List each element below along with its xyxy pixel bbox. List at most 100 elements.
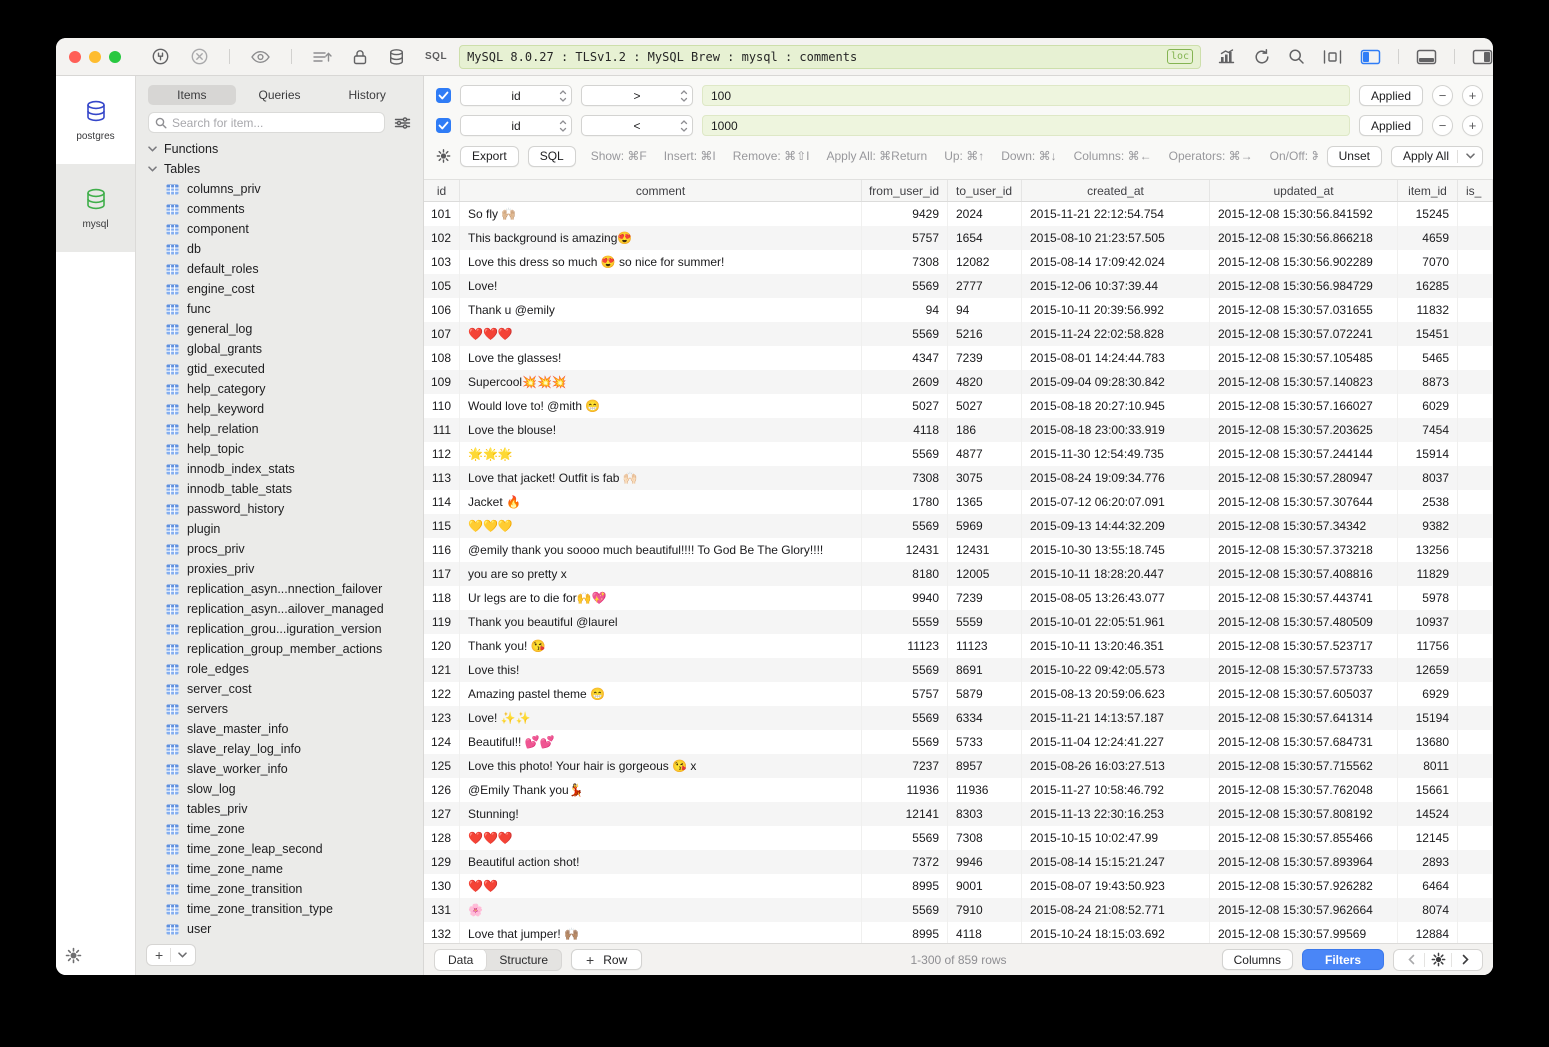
- table-row[interactable]: 107❤️❤️❤️556952162015-11-24 22:02:58.828…: [424, 322, 1493, 346]
- table-cell[interactable]: 2015-08-24 19:09:34.776: [1022, 466, 1210, 490]
- export-button[interactable]: Export: [460, 146, 519, 167]
- table-cell[interactable]: 2015-12-08 15:30:56.866218: [1210, 226, 1398, 250]
- filter-operator-select[interactable]: <: [581, 115, 693, 136]
- table-cell[interactable]: [1458, 826, 1493, 850]
- table-cell[interactable]: 5757: [862, 682, 948, 706]
- apply-all-button[interactable]: Apply All: [1391, 146, 1483, 167]
- table-cell[interactable]: 2893: [1398, 850, 1458, 874]
- zoom-window-button[interactable]: [109, 51, 121, 63]
- table-row[interactable]: 126@Emily Thank you💃11936119362015-11-27…: [424, 778, 1493, 802]
- table-row[interactable]: 117you are so pretty x8180120052015-10-1…: [424, 562, 1493, 586]
- table-cell[interactable]: 2015-12-08 15:30:57.031655: [1210, 298, 1398, 322]
- table-cell[interactable]: 2015-10-11 13:20:46.351: [1022, 634, 1210, 658]
- next-page-button[interactable]: [1452, 950, 1478, 970]
- close-window-button[interactable]: [69, 51, 81, 63]
- table-cell[interactable]: 2015-12-08 15:30:57.408816: [1210, 562, 1398, 586]
- table-cell[interactable]: [1458, 586, 1493, 610]
- table-cell[interactable]: 7372: [862, 850, 948, 874]
- sidebar-table-item[interactable]: default_roles: [136, 259, 423, 279]
- table-cell[interactable]: 1780: [862, 490, 948, 514]
- table-row[interactable]: 123Love! ✨✨556963342015-11-21 14:13:57.1…: [424, 706, 1493, 730]
- filter-sliders-icon[interactable]: [394, 116, 411, 130]
- eye-icon[interactable]: [250, 49, 271, 65]
- table-cell[interactable]: 2015-12-06 10:37:39.44: [1022, 274, 1210, 298]
- table-cell[interactable]: 15914: [1398, 442, 1458, 466]
- table-row[interactable]: 106Thank u @emily94942015-10-11 20:39:56…: [424, 298, 1493, 322]
- table-cell[interactable]: 5027: [862, 394, 948, 418]
- table-cell[interactable]: 2015-12-08 15:30:57.641314: [1210, 706, 1398, 730]
- table-cell[interactable]: [1458, 778, 1493, 802]
- table-cell[interactable]: 12431: [862, 538, 948, 562]
- column-header-created-at[interactable]: created_at: [1022, 180, 1210, 201]
- table-row[interactable]: 113Love that jacket! Outfit is fab 🙌🏻730…: [424, 466, 1493, 490]
- table-cell[interactable]: 6929: [1398, 682, 1458, 706]
- table-cell[interactable]: 2015-10-30 13:55:18.745: [1022, 538, 1210, 562]
- filter-operator-select[interactable]: >: [581, 85, 693, 106]
- filter-value-input[interactable]: 1000: [702, 115, 1350, 136]
- table-row[interactable]: 111Love the blouse!41181862015-08-18 23:…: [424, 418, 1493, 442]
- table-cell[interactable]: 7308: [862, 250, 948, 274]
- table-cell[interactable]: ❤️❤️❤️: [460, 322, 862, 346]
- table-cell[interactable]: 130: [424, 874, 460, 898]
- table-cell[interactable]: 2015-12-08 15:30:57.523717: [1210, 634, 1398, 658]
- table-cell[interactable]: you are so pretty x: [460, 562, 862, 586]
- table-cell[interactable]: 6029: [1398, 394, 1458, 418]
- filter-settings-gear-icon[interactable]: [436, 148, 451, 164]
- sidebar-group-functions[interactable]: Functions: [136, 139, 423, 159]
- table-cell[interactable]: 8873: [1398, 370, 1458, 394]
- table-cell[interactable]: Love that jacket! Outfit is fab 🙌🏻: [460, 466, 862, 490]
- table-cell[interactable]: Love that jumper! 🙌🏽: [460, 922, 862, 943]
- toggle-bottom-panel-icon[interactable]: [1416, 49, 1437, 65]
- table-cell[interactable]: 5569: [862, 514, 948, 538]
- table-cell[interactable]: 15451: [1398, 322, 1458, 346]
- table-cell[interactable]: 2015-12-08 15:30:57.855466: [1210, 826, 1398, 850]
- table-cell[interactable]: 2015-12-08 15:30:57.762048: [1210, 778, 1398, 802]
- table-cell[interactable]: 2015-07-12 06:20:07.091: [1022, 490, 1210, 514]
- sidebar-table-item[interactable]: component: [136, 219, 423, 239]
- table-cell[interactable]: 5978: [1398, 586, 1458, 610]
- table-cell[interactable]: Love the glasses!: [460, 346, 862, 370]
- table-cell[interactable]: 7454: [1398, 418, 1458, 442]
- table-cell[interactable]: 2015-12-08 15:30:56.984729: [1210, 274, 1398, 298]
- table-cell[interactable]: 5757: [862, 226, 948, 250]
- table-cell[interactable]: 2015-10-11 20:39:56.992: [1022, 298, 1210, 322]
- table-cell[interactable]: 12884: [1398, 922, 1458, 943]
- table-cell[interactable]: [1458, 898, 1493, 922]
- sidebar-table-item[interactable]: password_history: [136, 499, 423, 519]
- sidebar-table-item[interactable]: time_zone_transition: [136, 879, 423, 899]
- table-cell[interactable]: 8691: [948, 658, 1022, 682]
- column-header-is[interactable]: is_: [1458, 180, 1493, 201]
- column-header-updated-at[interactable]: updated_at: [1210, 180, 1398, 201]
- table-cell[interactable]: 2015-08-26 16:03:27.513: [1022, 754, 1210, 778]
- sidebar-table-item[interactable]: columns_priv: [136, 179, 423, 199]
- table-cell[interactable]: [1458, 730, 1493, 754]
- table-cell[interactable]: [1458, 442, 1493, 466]
- table-cell[interactable]: [1458, 754, 1493, 778]
- table-cell[interactable]: 2015-09-04 09:28:30.842: [1022, 370, 1210, 394]
- tab-data[interactable]: Data: [435, 949, 486, 971]
- table-cell[interactable]: 123: [424, 706, 460, 730]
- table-cell[interactable]: [1458, 922, 1493, 943]
- process-list-icon[interactable]: [312, 48, 332, 65]
- sql-editor-button[interactable]: SQL: [425, 51, 447, 62]
- table-cell[interactable]: 15245: [1398, 202, 1458, 226]
- table-cell[interactable]: 103: [424, 250, 460, 274]
- remove-filter-button[interactable]: −: [1432, 85, 1453, 106]
- disconnect-icon[interactable]: [190, 47, 209, 66]
- table-cell[interactable]: 94: [948, 298, 1022, 322]
- sidebar-table-item[interactable]: general_log: [136, 319, 423, 339]
- filter-enabled-checkbox[interactable]: [436, 118, 451, 133]
- table-cell[interactable]: ❤️❤️❤️: [460, 826, 862, 850]
- table-cell[interactable]: 8011: [1398, 754, 1458, 778]
- table-row[interactable]: 131🌸556979102015-08-24 21:08:52.7712015-…: [424, 898, 1493, 922]
- table-cell[interactable]: 2015-12-08 15:30:57.166027: [1210, 394, 1398, 418]
- tab-queries[interactable]: Queries: [236, 85, 324, 105]
- table-cell[interactable]: 2015-12-08 15:30:57.307644: [1210, 490, 1398, 514]
- table-cell[interactable]: 2015-12-08 15:30:57.684731: [1210, 730, 1398, 754]
- sidebar-table-item[interactable]: slave_master_info: [136, 719, 423, 739]
- table-cell[interactable]: 115: [424, 514, 460, 538]
- table-row[interactable]: 103Love this dress so much 😍 so nice for…: [424, 250, 1493, 274]
- table-row[interactable]: 122Amazing pastel theme 😁575758792015-08…: [424, 682, 1493, 706]
- sidebar-table-item[interactable]: help_topic: [136, 439, 423, 459]
- table-cell[interactable]: 122: [424, 682, 460, 706]
